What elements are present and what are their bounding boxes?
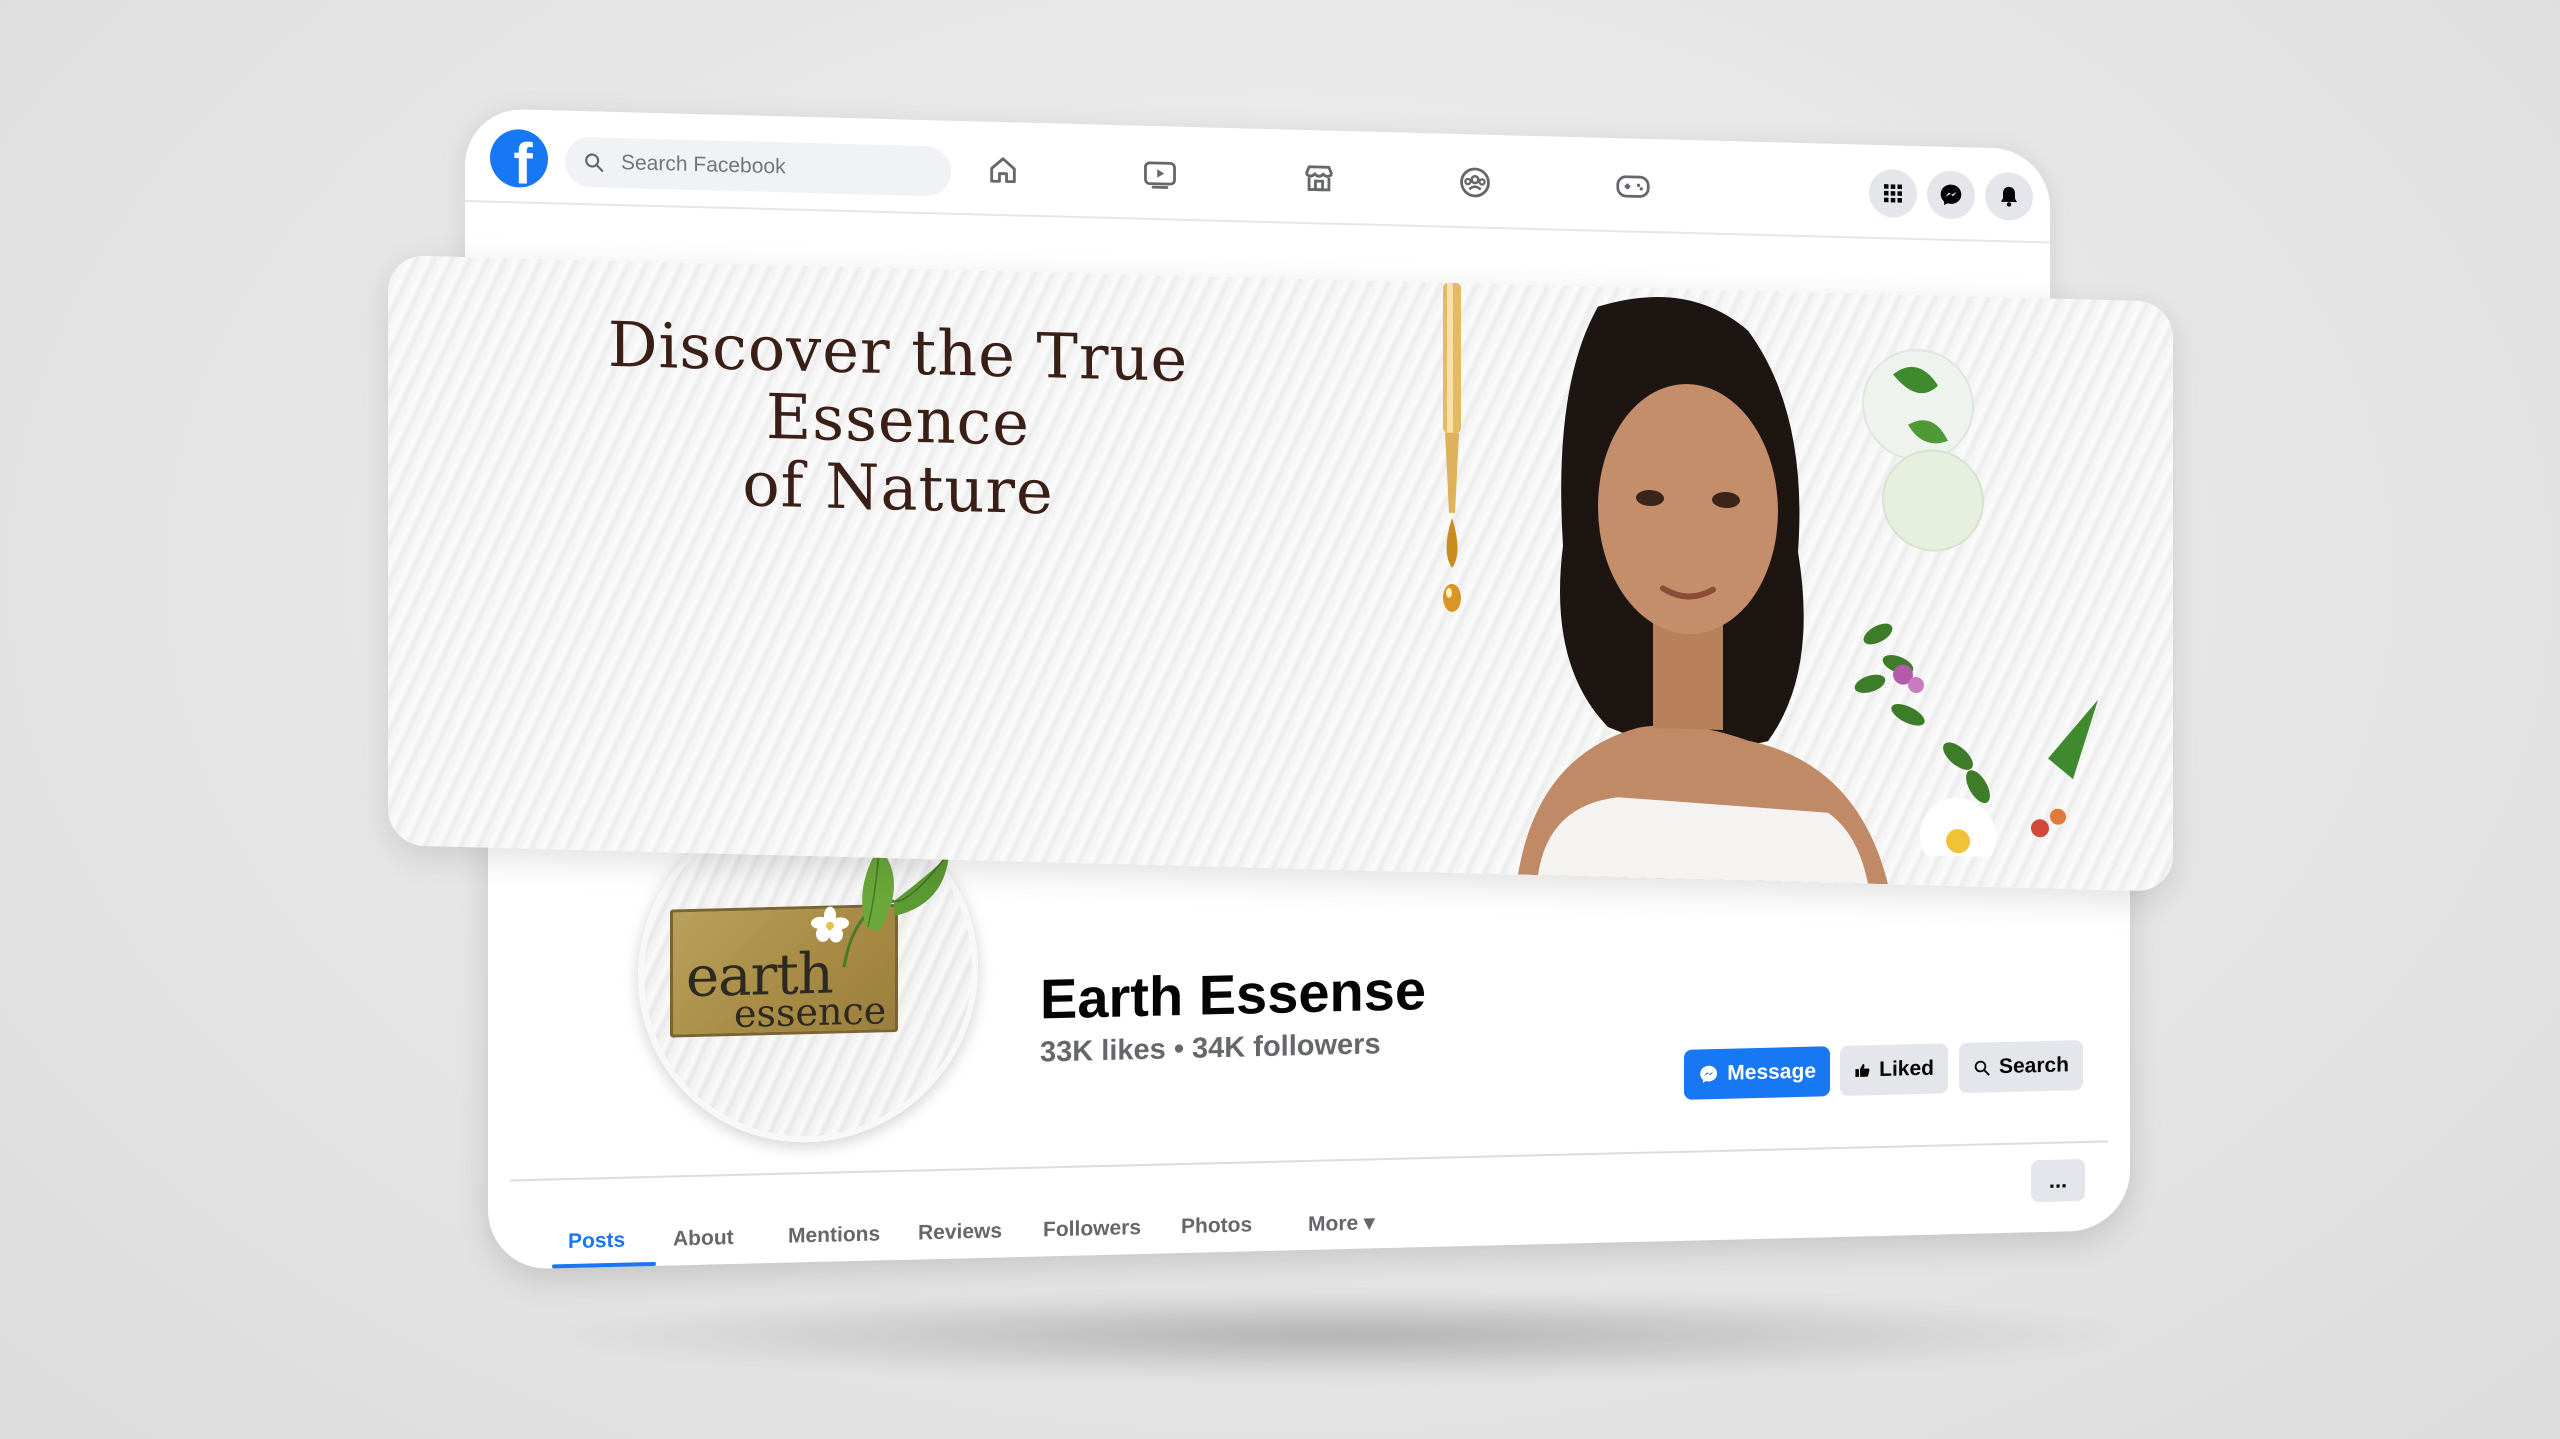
scene: f Search Facebook earth essence Earth Es… — [0, 0, 2560, 1439]
search-icon — [585, 153, 604, 172]
tab-more[interactable]: More ▾ — [1308, 1210, 1375, 1237]
tab-followers[interactable]: Followers — [1043, 1216, 1141, 1242]
tab-posts[interactable]: Posts — [568, 1229, 625, 1254]
liked-button-label: Liked — [1879, 1056, 1934, 1082]
page-search-button[interactable]: Search — [1959, 1040, 2083, 1094]
search-input[interactable] — [619, 150, 923, 184]
page-stats[interactable]: 33K likes • 34K followers — [1040, 1028, 1381, 1069]
messenger-icon[interactable] — [1927, 170, 1975, 220]
tabs-divider — [510, 1140, 2108, 1182]
search-icon — [1974, 1060, 1990, 1075]
message-button[interactable]: Message — [1684, 1046, 1830, 1100]
thumbs-up-icon — [1855, 1063, 1870, 1078]
marketplace-icon[interactable] — [1299, 158, 1339, 199]
home-icon[interactable] — [983, 150, 1023, 191]
tab-reviews[interactable]: Reviews — [918, 1219, 1002, 1245]
botanical-decoration-image — [1854, 349, 2098, 862]
cover-photo[interactable]: Discover the True Essence of Nature — [388, 255, 2173, 892]
active-tab-indicator — [552, 1261, 656, 1269]
groups-icon[interactable] — [1455, 162, 1495, 203]
message-button-label: Message — [1727, 1059, 1816, 1085]
page-name: Earth Essense — [1040, 958, 1426, 1031]
tab-photos[interactable]: Photos — [1181, 1213, 1252, 1239]
page-search-button-label: Search — [1998, 1053, 2069, 1079]
menu-grid-icon[interactable] — [1869, 168, 1917, 219]
header-divider — [465, 200, 2050, 244]
watch-icon[interactable] — [1140, 154, 1180, 195]
logo-text-essence: essence — [734, 988, 887, 1036]
tab-mentions[interactable]: Mentions — [788, 1222, 880, 1248]
tab-about[interactable]: About — [673, 1226, 734, 1251]
floor-shadow — [560, 1290, 2120, 1380]
more-options-button[interactable]: ... — [2031, 1158, 2085, 1203]
messenger-icon — [1700, 1065, 1718, 1083]
facebook-logo-icon[interactable]: f — [490, 128, 548, 189]
cover-headline-line1: Discover the True Essence — [607, 307, 1189, 460]
search-bar[interactable] — [565, 136, 951, 197]
liked-button[interactable]: Liked — [1840, 1043, 1948, 1096]
gaming-icon[interactable] — [1613, 166, 1653, 207]
notifications-bell-icon[interactable] — [1985, 171, 2033, 222]
facebook-logo-letter: f — [513, 131, 533, 189]
cover-headline: Discover the True Essence of Nature — [468, 307, 1328, 534]
